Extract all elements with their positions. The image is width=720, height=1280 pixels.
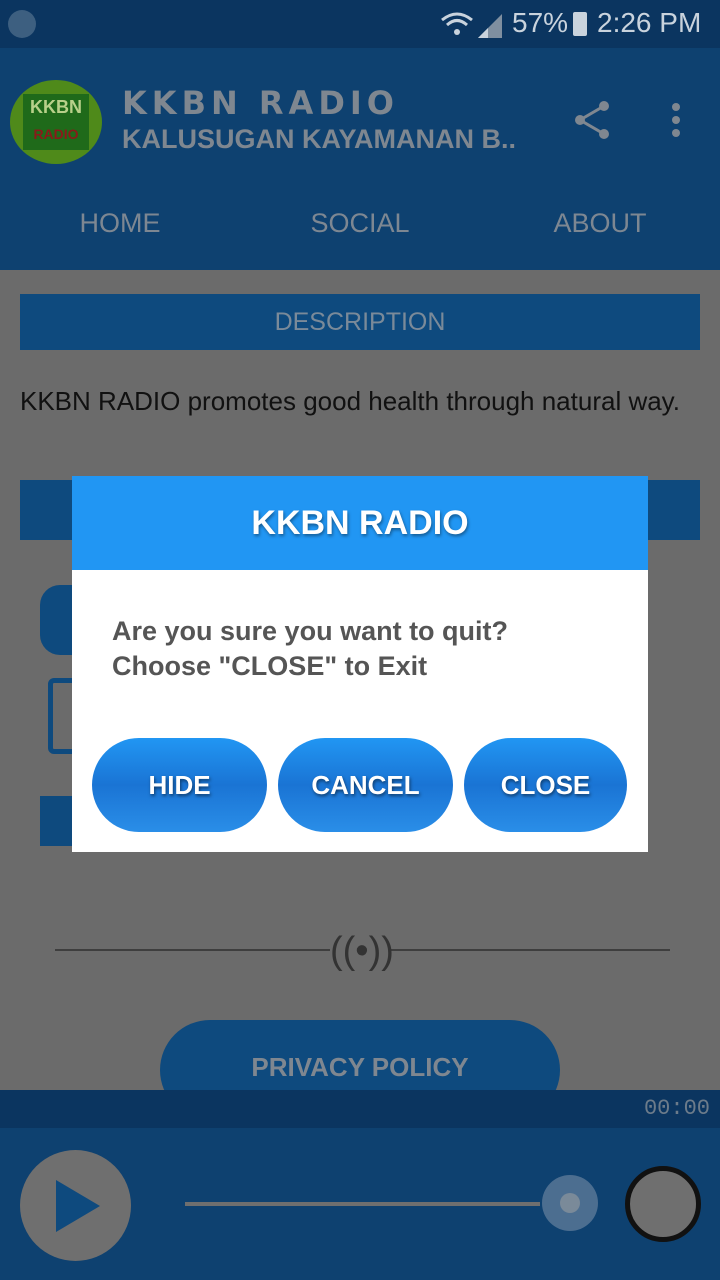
dialog-message-line2: Choose "CLOSE" to Exit	[112, 651, 428, 681]
dialog-message-line1: Are you sure you want to quit?	[112, 616, 509, 646]
sleep-timer-clock-icon[interactable]	[625, 1166, 701, 1242]
status-bar: 57% 2:26 PM	[0, 0, 720, 48]
hide-button[interactable]: HIDE	[92, 738, 267, 832]
quit-dialog: KKBN RADIO Are you sure you want to quit…	[72, 476, 648, 852]
app-logo: KKBN RADIO	[10, 80, 102, 164]
wifi-icon	[441, 12, 473, 35]
tab-home[interactable]: HOME	[0, 208, 240, 239]
play-icon	[56, 1180, 100, 1232]
app-title: KKBN RADIO	[122, 84, 399, 122]
player-timer: 00:00	[643, 1096, 710, 1121]
battery-icon	[573, 12, 587, 36]
progress-slider-track[interactable]	[185, 1202, 540, 1206]
more-options-icon[interactable]	[668, 102, 684, 138]
cancel-button[interactable]: CANCEL	[278, 738, 453, 832]
player-bar: 00:00	[0, 1090, 720, 1280]
description-heading: DESCRIPTION	[20, 294, 700, 350]
tab-social[interactable]: SOCIAL	[240, 208, 480, 239]
broadcast-icon: ((•))	[330, 926, 394, 976]
app-notification-icon	[8, 10, 36, 38]
play-button[interactable]	[20, 1150, 131, 1261]
dialog-title: KKBN RADIO	[72, 476, 648, 570]
app-subtitle: KALUSUGAN KAYAMANAN B..	[122, 124, 517, 154]
signal-icon	[478, 14, 502, 38]
close-button[interactable]: CLOSE	[464, 738, 627, 832]
tab-about[interactable]: ABOUT	[480, 208, 720, 239]
app-header: KKBN RADIO KKBN RADIO KALUSUGAN KAYAMANAN…	[0, 48, 720, 270]
clock-time: 2:26 PM	[597, 7, 702, 38]
progress-slider-thumb[interactable]	[542, 1175, 598, 1231]
share-icon[interactable]	[572, 100, 612, 140]
battery-percent: 57%	[512, 7, 569, 38]
description-text: KKBN RADIO promotes good health through …	[20, 386, 680, 416]
